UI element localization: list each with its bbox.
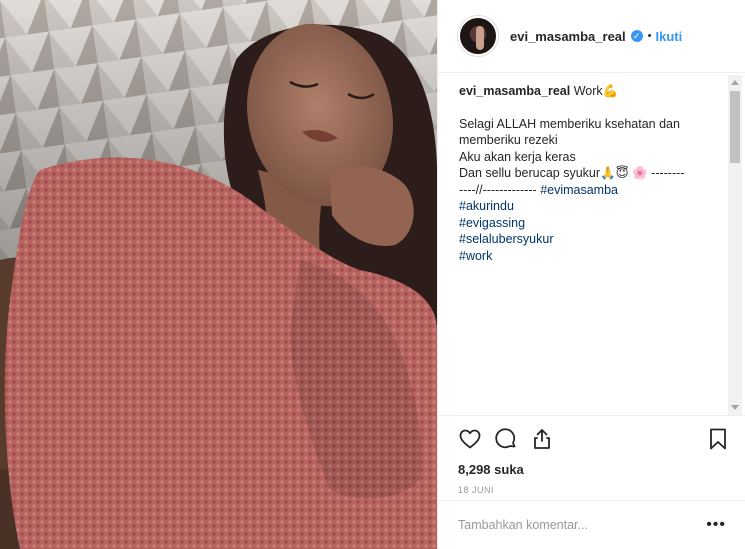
more-options-icon[interactable]: ••• [706,517,726,533]
scroll-down-arrow-icon[interactable] [731,405,739,410]
hashtag-link[interactable]: #evimasamba [540,183,618,197]
caption-line-3: Aku akan kerja keras [459,149,576,164]
hashtag-link[interactable]: #evigassing [459,215,720,232]
separator-dot: • [647,30,652,42]
follow-button[interactable]: Ikuti [656,29,683,44]
post-header: evi_masamba_real ✓ • Ikuti [438,0,745,73]
post-side-panel: evi_masamba_real ✓ • Ikuti evi_masamba_r… [437,0,745,549]
heart-icon[interactable] [458,427,482,451]
comments-scrollbar[interactable] [728,75,742,415]
hashtag-link[interactable]: #akurindu [459,198,720,215]
caption-first-line: evi_masamba_real Work💪 [459,83,720,100]
caption-line-4: Dan sellu berucap syukur🙏😇 🌸 -------- [459,166,685,180]
caption-author-link[interactable]: evi_masamba_real [459,84,570,98]
scrollbar-thumb[interactable] [730,91,740,163]
post-actions: 8,298 suka 18 JUNI [438,415,745,507]
username-link[interactable]: evi_masamba_real [510,29,626,44]
hashtag-link[interactable]: #work [459,248,720,265]
action-icon-row [458,426,730,452]
likes-count[interactable]: 8,298 suka [458,462,730,477]
post-date[interactable]: 18 JUNI [458,485,730,495]
verified-badge-icon: ✓ [630,30,643,42]
share-icon[interactable] [530,427,554,451]
bookmark-icon[interactable] [706,427,730,451]
avatar[interactable] [458,16,498,56]
caption-line-5: ----//------------- #evimasamba [459,182,720,199]
caption-area: evi_masamba_real Work💪 Selagi ALLAH memb… [438,73,730,413]
post-photo [0,0,437,549]
caption-line-5-text: ----//------------- [459,182,541,197]
caption-title: Work💪 [573,84,619,98]
caption-line-1: Selagi ALLAH memberiku ksehatan dan [459,116,680,131]
scroll-up-arrow-icon[interactable] [731,80,739,85]
caption-line-2: memberiku rezeki [459,133,558,147]
hashtag-link[interactable]: #selalubersyukur [459,231,720,248]
comment-bubble-icon[interactable] [494,427,518,451]
comment-input[interactable] [458,518,707,532]
add-comment-bar: ••• [438,500,745,549]
